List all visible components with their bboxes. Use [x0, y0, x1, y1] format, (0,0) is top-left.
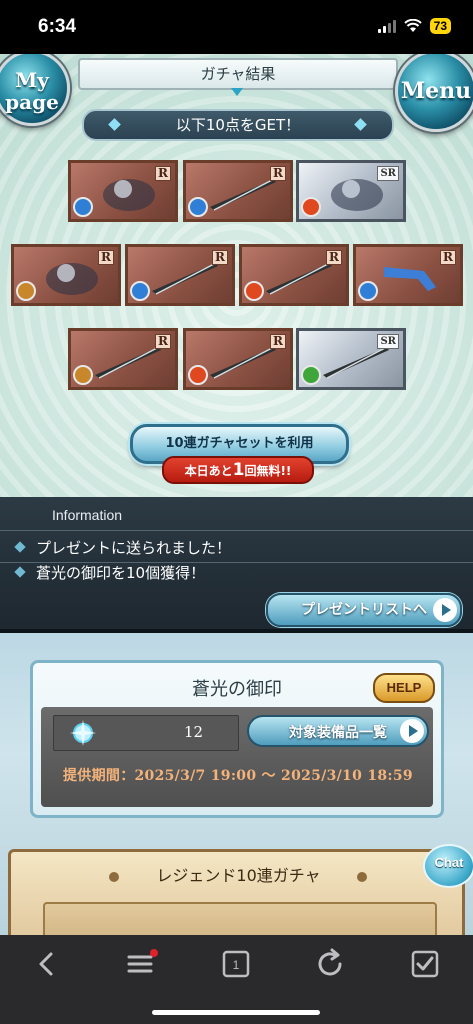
information-panel: Information プレゼントに送られました！ 蒼光の御印を10個獲得！ プ… [0, 497, 473, 633]
status-time: 6:34 [38, 16, 77, 37]
page-title: ガチャ結果 [78, 58, 398, 90]
water-element-icon [130, 281, 150, 301]
free-suffix: 回無料!! [244, 464, 292, 478]
tabs-icon[interactable]: 1 [219, 947, 253, 981]
fire-element-icon [188, 365, 208, 385]
help-button[interactable]: HELP [373, 673, 435, 703]
legend-gacha-panel[interactable]: レジェンド10連ガチャ [8, 849, 465, 935]
rarity-badge: R [212, 250, 228, 265]
title-arrow-icon [231, 88, 243, 96]
diamond-icon [354, 118, 367, 131]
wind-element-icon [301, 365, 321, 385]
arrow-right-icon [433, 598, 457, 622]
free-prefix: 本日あと [184, 464, 233, 478]
status-bar: 6:34 73 [0, 0, 473, 54]
bookmark-check-icon[interactable] [408, 947, 442, 981]
result-banner: 以下10点をGET！ [82, 109, 394, 141]
result-item[interactable]: SR [296, 160, 406, 222]
rarity-badge: R [98, 250, 114, 265]
divider [0, 530, 473, 531]
result-item[interactable]: R [353, 244, 463, 306]
water-element-icon [73, 197, 93, 217]
menu-icon[interactable] [124, 947, 158, 981]
water-element-icon [188, 197, 208, 217]
seal-count: 12 [184, 723, 204, 741]
info-line-2: 蒼光の御印を10個獲得！ [36, 564, 206, 582]
present-list-label: プレゼントリストへ [301, 602, 427, 618]
legend-gacha-banner [43, 902, 437, 935]
rarity-badge: R [270, 166, 286, 181]
result-item[interactable]: R [125, 244, 235, 306]
result-item[interactable]: SR [296, 328, 406, 390]
rarity-badge: SR [377, 166, 399, 181]
target-equipment-label: 対象装備品一覧 [289, 725, 387, 741]
rarity-badge: R [155, 334, 171, 349]
result-banner-text: 以下10点をGET！ [175, 116, 301, 134]
reload-icon[interactable] [313, 947, 347, 981]
rarity-badge: SR [377, 334, 399, 349]
seal-details: 12 対象装備品一覧 提供期間：2025/3/7 19:00 〜 2025/3/… [41, 707, 433, 807]
rarity-badge: R [155, 166, 171, 181]
bullet-diamond-icon [14, 541, 26, 553]
rarity-badge: R [326, 250, 342, 265]
result-item[interactable]: R [183, 160, 293, 222]
diamond-icon [108, 118, 121, 131]
seal-count-box: 12 [53, 715, 239, 751]
game-view: My page ガチャ結果 Menu 以下10点をGET！ R R SR R R R R R R… [0, 54, 473, 935]
tab-count: 1 [233, 958, 240, 972]
information-heading: Information [52, 507, 123, 523]
arrow-right-icon [400, 719, 424, 743]
earth-element-icon [73, 365, 93, 385]
result-item[interactable]: R [239, 244, 349, 306]
info-line-1: プレゼントに送られました！ [36, 539, 232, 557]
back-icon[interactable] [30, 947, 64, 981]
home-indicator [152, 1010, 320, 1015]
free-draws-badge: 本日あと1回無料!! [162, 456, 314, 484]
cellular-signal-icon [377, 19, 396, 33]
fire-element-icon [244, 281, 264, 301]
offer-period: 提供期間：2025/3/7 19:00 〜 2025/3/10 18:59 [63, 768, 413, 784]
ornament-icon [357, 872, 367, 882]
seal-panel: 蒼光の御印 HELP 12 対象装備品一覧 提供期間：2025/3/7 19:0… [30, 660, 444, 818]
target-equipment-button[interactable]: 対象装備品一覧 [247, 715, 429, 747]
result-item[interactable]: R [11, 244, 121, 306]
rarity-badge: R [270, 334, 286, 349]
present-list-button[interactable]: プレゼントリストへ [266, 593, 462, 627]
result-item[interactable]: R [68, 160, 178, 222]
chat-button[interactable]: Chat [423, 844, 473, 888]
status-icons: 73 [377, 18, 451, 34]
rarity-badge: R [440, 250, 456, 265]
mypage-button[interactable]: My page [0, 54, 70, 126]
result-item[interactable]: R [68, 328, 178, 390]
fire-element-icon [301, 197, 321, 217]
bullet-diamond-icon [14, 566, 26, 578]
earth-element-icon [16, 281, 36, 301]
seal-crystal-icon [70, 720, 96, 746]
free-count: 1 [232, 460, 245, 480]
legend-gacha-title: レジェンド10連ガチャ [156, 866, 321, 885]
mypage-label-2: page [5, 90, 59, 114]
menu-button[interactable]: Menu [395, 54, 473, 132]
result-item[interactable]: R [183, 328, 293, 390]
water-element-icon [358, 281, 378, 301]
wifi-icon [403, 19, 422, 32]
battery-indicator: 73 [429, 18, 451, 34]
mypage-label-1: My [15, 68, 49, 92]
